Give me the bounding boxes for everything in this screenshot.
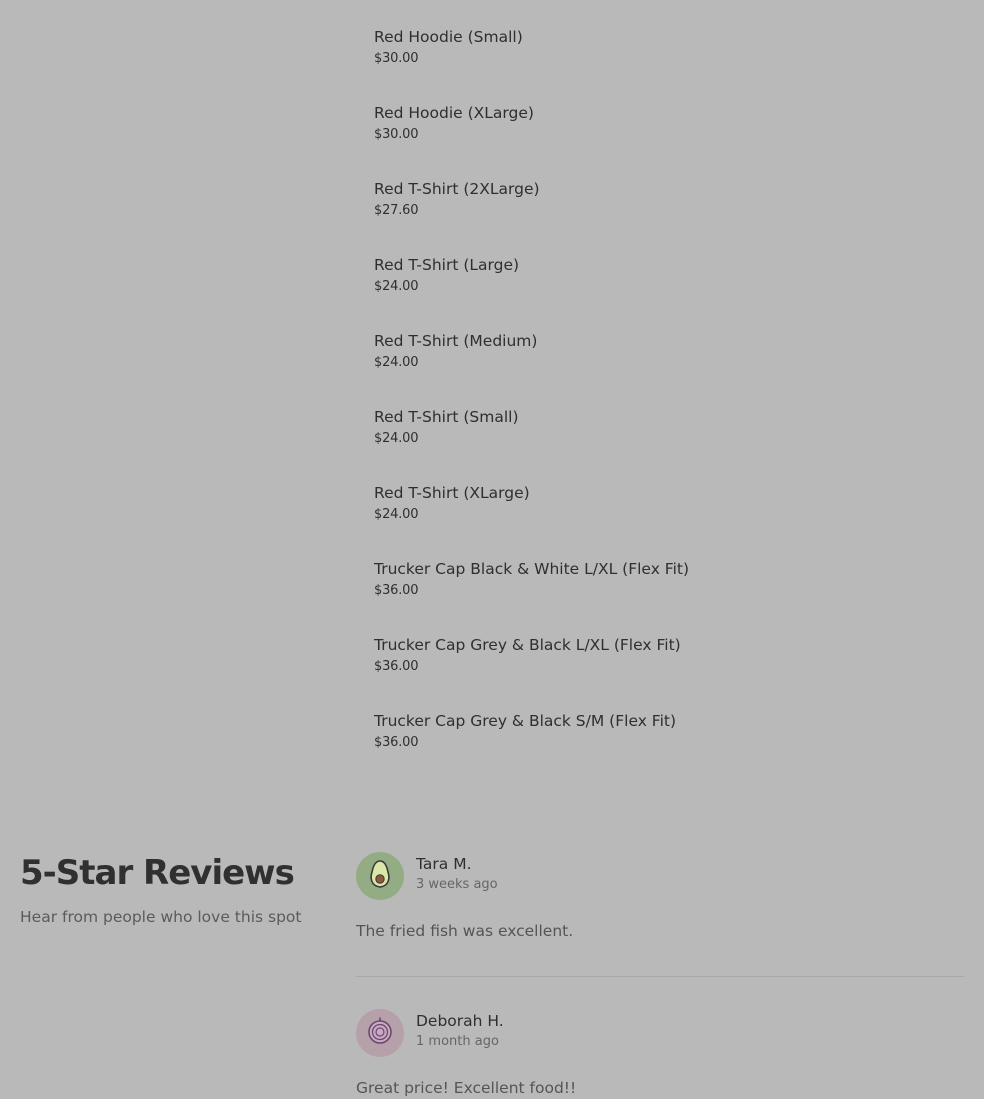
review-text: The fried fish was excellent. (356, 922, 574, 940)
review-card: Tara M. 3 weeks ago The fried fish was e… (356, 852, 964, 942)
menu-item-price: $24.00 (374, 279, 419, 294)
menu-item-name: Red T-Shirt (XLarge) (374, 484, 530, 502)
reviewer-name: Deborah H. (416, 1012, 504, 1030)
menu-item-price: $24.00 (374, 355, 419, 370)
menu-item-name: Red T-Shirt (Medium) (374, 332, 538, 350)
menu-item-name: Trucker Cap Grey & Black S/M (Flex Fit) (374, 712, 677, 730)
review-card: Deborah H. 1 month ago Great price! Exce… (356, 1009, 964, 1099)
menu-item-name: Red T-Shirt (2XLarge) (374, 180, 540, 198)
menu-item-price: $30.00 (374, 51, 419, 66)
review-time: 3 weeks ago (416, 877, 498, 892)
menu-item-name: Trucker Cap Black & White L/XL (Flex Fit… (374, 560, 690, 578)
review-time: 1 month ago (416, 1034, 499, 1049)
review-text: Great price! Excellent food!! (356, 1079, 577, 1097)
menu-item-name: Red Hoodie (Small) (374, 28, 523, 46)
menu-item[interactable]: Trucker Cap Grey & Black L/XL (Flex Fit)… (374, 634, 934, 710)
avatar (356, 852, 404, 900)
menu-item-price: $24.00 (374, 507, 419, 522)
menu-item-name: Red Hoodie (XLarge) (374, 104, 534, 122)
menu-item-price: $36.00 (374, 735, 419, 750)
onion-icon (365, 1016, 395, 1050)
menu-item-price: $36.00 (374, 583, 419, 598)
menu-item-price: $24.00 (374, 431, 419, 446)
avocado-icon (367, 859, 393, 893)
menu-item[interactable]: Red T-Shirt (2XLarge) $27.60 (374, 178, 934, 254)
menu-item[interactable]: Red T-Shirt (XLarge) $24.00 (374, 482, 934, 558)
menu-item[interactable]: Red Hoodie (XLarge) $30.00 (374, 102, 934, 178)
reviews-subtitle: Hear from people who love this spot (20, 908, 302, 926)
review-header: Tara M. 3 weeks ago (356, 852, 964, 900)
menu-item-name: Red T-Shirt (Large) (374, 256, 520, 274)
menu-item[interactable]: Trucker Cap Grey & Black S/M (Flex Fit) … (374, 710, 934, 786)
reviewer-name: Tara M. (416, 855, 472, 873)
menu-item-price: $36.00 (374, 659, 419, 674)
review-divider (356, 976, 964, 977)
reviewer-info: Tara M. 3 weeks ago (416, 852, 498, 893)
review-header: Deborah H. 1 month ago (356, 1009, 964, 1057)
menu-item[interactable]: Red T-Shirt (Medium) $24.00 (374, 330, 934, 406)
menu-item-list: Red Hoodie (Small) $30.00 Red Hoodie (XL… (374, 26, 934, 786)
avatar (356, 1009, 404, 1057)
menu-item[interactable]: Red T-Shirt (Small) $24.00 (374, 406, 934, 482)
reviews-header: 5-Star Reviews Hear from people who love… (20, 850, 320, 928)
reviews-title: 5-Star Reviews (20, 853, 295, 893)
reviewer-info: Deborah H. 1 month ago (416, 1009, 504, 1050)
menu-item-price: $30.00 (374, 127, 419, 142)
menu-item-name: Trucker Cap Grey & Black L/XL (Flex Fit) (374, 636, 681, 654)
menu-item-name: Red T-Shirt (Small) (374, 408, 519, 426)
menu-item[interactable]: Red Hoodie (Small) $30.00 (374, 26, 934, 102)
menu-item[interactable]: Trucker Cap Black & White L/XL (Flex Fit… (374, 558, 934, 634)
menu-item[interactable]: Red T-Shirt (Large) $24.00 (374, 254, 934, 330)
menu-item-price: $27.60 (374, 203, 419, 218)
